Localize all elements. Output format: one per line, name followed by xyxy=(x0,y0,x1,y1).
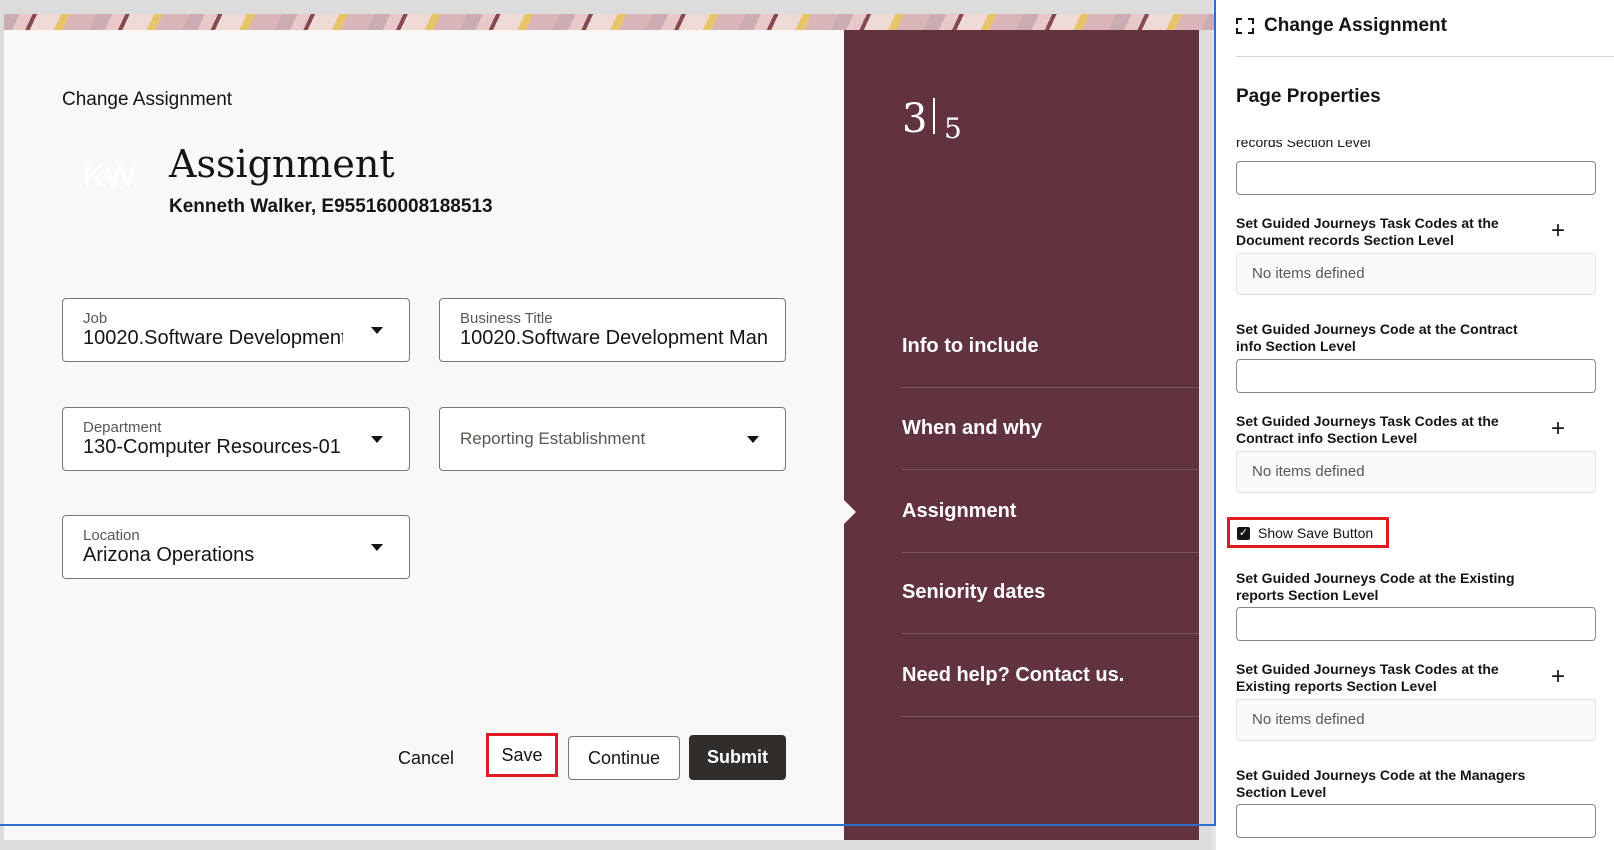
step-info-to-include[interactable]: Info to include xyxy=(902,306,1199,388)
job-select[interactable]: Job 10020.Software Development xyxy=(62,298,410,362)
section-heading: Assignment xyxy=(169,142,395,186)
contract-code-label: Set Guided Journeys Code at the Contract… xyxy=(1236,321,1518,354)
contract-task-codes-label: Set Guided Journeys Task Codes at the Co… xyxy=(1236,413,1499,446)
reporting-establishment-placeholder: Reporting Establishment xyxy=(460,429,646,448)
add-icon[interactable]: + xyxy=(1551,665,1565,689)
cancel-button[interactable]: Cancel xyxy=(384,736,468,780)
department-select[interactable]: Department 130-Computer Resources-01 xyxy=(62,407,410,471)
business-title-value: 10020.Software Development Man xyxy=(460,327,768,349)
add-icon[interactable]: + xyxy=(1551,417,1565,441)
existing-reports-task-codes-list: No items defined xyxy=(1236,699,1596,741)
contract-code-input[interactable] xyxy=(1236,359,1596,393)
step-panel: 3 5 Info to include When and why Assignm… xyxy=(844,30,1199,840)
clipped-label: records Section Level xyxy=(1236,140,1371,150)
step-when-and-why[interactable]: When and why xyxy=(902,388,1199,470)
current-step: 3 xyxy=(902,96,928,142)
business-title-label: Business Title xyxy=(460,310,553,327)
existing-reports-code-input[interactable] xyxy=(1236,607,1596,641)
header-banner-image xyxy=(4,14,1236,30)
save-button[interactable]: Save xyxy=(486,733,558,777)
contract-task-codes-list: No items defined xyxy=(1236,451,1596,493)
managers-code-input[interactable] xyxy=(1236,804,1596,838)
managers-code-label: Set Guided Journeys Code at the Managers… xyxy=(1236,767,1526,800)
department-label: Department xyxy=(83,419,162,436)
department-value: 130-Computer Resources-01 xyxy=(83,436,341,458)
total-steps: 5 xyxy=(944,112,962,145)
checkbox-checked-icon[interactable]: ✓ xyxy=(1237,527,1250,540)
submit-button[interactable]: Submit xyxy=(689,735,786,780)
add-icon[interactable]: + xyxy=(1551,219,1565,243)
location-select[interactable]: Location Arizona Operations xyxy=(62,515,410,579)
chevron-down-icon[interactable] xyxy=(371,327,383,334)
component-icon xyxy=(1236,18,1254,34)
properties-title: Change Assignment xyxy=(1264,15,1447,36)
chevron-down-icon[interactable] xyxy=(371,544,383,551)
step-seniority-dates[interactable]: Seniority dates xyxy=(902,552,1199,634)
location-label: Location xyxy=(83,527,140,544)
page-title: Change Assignment xyxy=(62,89,233,110)
job-value: 10020.Software Development xyxy=(83,327,343,349)
existing-reports-task-codes-label: Set Guided Journeys Task Codes at the Ex… xyxy=(1236,661,1499,694)
person-name: Kenneth Walker, E955160008188513 xyxy=(169,196,493,217)
continue-button[interactable]: Continue xyxy=(568,736,680,780)
reporting-establishment-select[interactable]: Reporting Establishment xyxy=(439,407,786,471)
document-task-codes-list: No items defined xyxy=(1236,253,1596,295)
step-contact-us[interactable]: Need help? Contact us. xyxy=(902,635,1199,717)
job-label: Job xyxy=(83,310,108,327)
properties-header: Change Assignment xyxy=(1236,15,1447,37)
chevron-down-icon[interactable] xyxy=(747,436,759,443)
properties-section-title: Page Properties xyxy=(1236,86,1381,107)
properties-panel: Change Assignment Page Properties record… xyxy=(1216,0,1614,850)
show-save-button-label: Show Save Button xyxy=(1258,525,1374,541)
chevron-down-icon[interactable] xyxy=(371,436,383,443)
show-save-button-option[interactable]: ✓ Show Save Button xyxy=(1227,517,1389,548)
selection-border-bottom xyxy=(0,824,1216,826)
active-step-indicator xyxy=(844,500,856,524)
document-task-codes-label: Set Guided Journeys Task Codes at the Do… xyxy=(1236,215,1499,248)
avatar: KW xyxy=(82,156,137,195)
divider xyxy=(1236,56,1614,57)
document-records-code-input[interactable] xyxy=(1236,161,1596,195)
step-assignment[interactable]: Assignment xyxy=(902,471,1199,553)
business-title-input[interactable]: Business Title 10020.Software Developmen… xyxy=(439,298,786,362)
progress-divider xyxy=(933,98,935,134)
canvas: Change Assignment KW Assignment Kenneth … xyxy=(0,0,1236,850)
location-value: Arizona Operations xyxy=(83,544,255,566)
existing-reports-code-label: Set Guided Journeys Code at the Existing… xyxy=(1236,570,1515,603)
